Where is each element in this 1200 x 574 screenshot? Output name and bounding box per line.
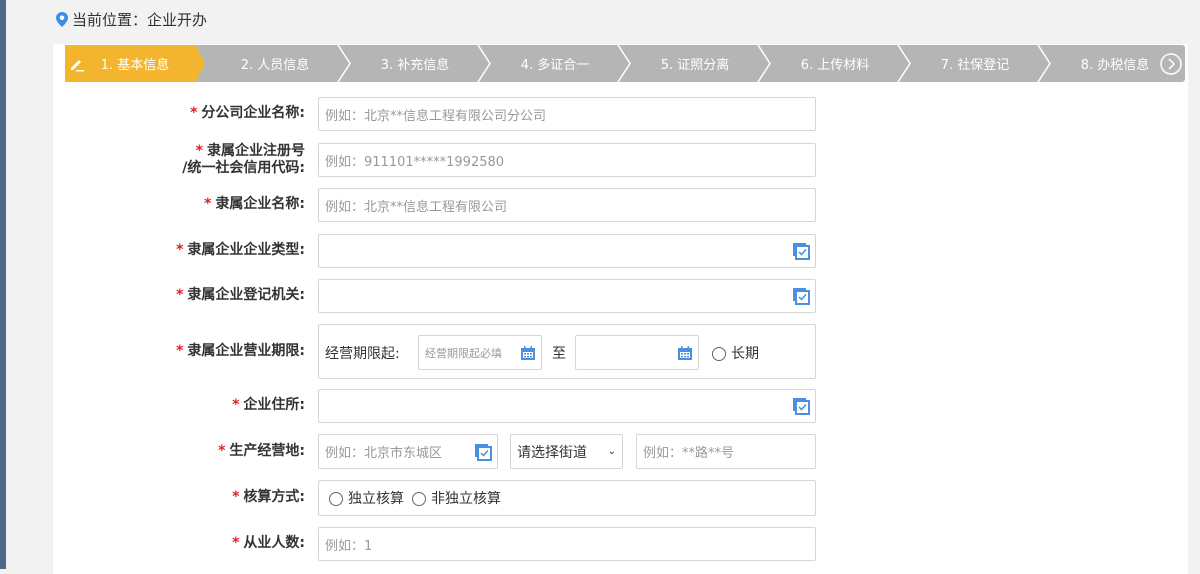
step-label: 8. 办税信息 xyxy=(1080,58,1150,73)
term-start-input[interactable]: 经营期限起必填 xyxy=(418,335,542,370)
calendar-icon[interactable] xyxy=(520,345,536,361)
address-detail-input[interactable]: 例如：**路**号 xyxy=(636,434,816,469)
step-label: 3. 补充信息 xyxy=(380,58,450,73)
form-row-parent-reg: * 隶属企业注册号/统一社会信用代码: 例如：911101*****1992580 xyxy=(53,143,818,177)
required-mark: * xyxy=(232,535,240,551)
required-mark: * xyxy=(232,397,240,413)
step-label: 4. 多证合一 xyxy=(520,58,590,73)
form-row-branch-name: * 分公司企业名称: 例如：北京**信息工程有限公司分公司 xyxy=(53,97,818,131)
parent-type-select[interactable] xyxy=(318,234,816,268)
term-to-label: 至 xyxy=(552,346,566,362)
radio-icon xyxy=(329,492,343,506)
street-select[interactable]: 请选择街道 ⌄ xyxy=(510,434,623,469)
field-label: * 隶属企业登记机关: xyxy=(176,287,305,303)
form-row-op-address: * 生产经营地: 例如：北京市东城区 请选择街道 ⌄ 例如：**路**号 xyxy=(53,434,818,469)
parent-reg-input[interactable]: 例如：911101*****1992580 xyxy=(318,143,816,177)
required-mark: * xyxy=(218,442,226,459)
window-edge xyxy=(0,0,6,569)
branch-name-input[interactable]: 例如：北京**信息工程有限公司分公司 xyxy=(318,97,816,131)
chevron-down-icon: ⌄ xyxy=(607,446,616,457)
step-4[interactable]: 4. 多证合一 xyxy=(485,45,631,82)
breadcrumb-text: 当前位置：企业开办 xyxy=(72,11,208,29)
parent-name-input[interactable]: 例如：北京**信息工程有限公司 xyxy=(318,188,816,222)
radio-non-independent[interactable]: 非独立核算 xyxy=(412,488,501,508)
term-start-label: 经营期限起: xyxy=(325,346,400,362)
step-8[interactable]: 8. 办税信息 xyxy=(1045,45,1185,82)
form-row-address: * 企业住所: xyxy=(53,389,818,423)
field-label: * 核算方式: xyxy=(232,489,305,505)
breadcrumb: 当前位置：企业开办 xyxy=(56,9,207,30)
address-select[interactable] xyxy=(318,389,816,423)
required-mark: * xyxy=(176,242,184,258)
required-mark: * xyxy=(195,143,203,159)
step-bar: 1. 基本信息 2. 人员信息 3. 补充信息 4. 多证合一 5. 证照分离 6. 上传… xyxy=(65,45,1185,82)
field-label: * 企业住所: xyxy=(232,397,305,413)
field-label: * 分公司企业名称: xyxy=(190,105,305,121)
next-arrow-icon[interactable] xyxy=(1160,52,1182,75)
term-group: 经营期限起: 经营期限起必填至 长期 xyxy=(318,324,816,379)
location-pin-icon xyxy=(56,12,68,27)
edit-pencil-icon xyxy=(71,59,84,71)
field-label: * 从业人数: xyxy=(232,535,305,551)
step-label: 5. 证照分离 xyxy=(660,58,730,73)
radio-independent[interactable]: 独立核算 xyxy=(329,488,404,508)
select-picker-icon[interactable] xyxy=(792,242,810,260)
employees-input[interactable]: 例如：1 xyxy=(318,527,816,561)
select-picker-icon[interactable] xyxy=(474,443,492,461)
long-term-radio[interactable]: 长期 xyxy=(712,343,759,363)
form-row-accounting: * 核算方式: 独立核算 非独立核算 xyxy=(53,480,818,516)
form-row-parent-term: * 隶属企业营业期限: 经营期限起: 经营期限起必填至 长期 xyxy=(53,324,818,379)
step-7[interactable]: 7. 社保登记 xyxy=(905,45,1051,82)
required-mark: * xyxy=(176,287,184,303)
radio-icon xyxy=(712,347,726,361)
accounting-group: 独立核算 非独立核算 xyxy=(318,480,816,516)
form-row-parent-name: * 隶属企业名称: 例如：北京**信息工程有限公司 xyxy=(53,188,818,222)
select-picker-icon[interactable] xyxy=(792,287,810,305)
term-end-input[interactable] xyxy=(575,335,699,370)
step-2[interactable]: 2. 人员信息 xyxy=(205,45,351,82)
parent-authority-select[interactable] xyxy=(318,279,816,313)
required-mark: * xyxy=(232,489,240,505)
calendar-icon[interactable] xyxy=(677,345,693,361)
select-picker-icon[interactable] xyxy=(792,397,810,415)
field-label: * 生产经营地: xyxy=(218,442,305,459)
form-row-parent-authority: * 隶属企业登记机关: xyxy=(53,279,818,313)
required-mark: * xyxy=(204,196,212,212)
step-3[interactable]: 3. 补充信息 xyxy=(345,45,491,82)
form-row-parent-type: * 隶属企业企业类型: xyxy=(53,234,818,268)
required-mark: * xyxy=(176,342,184,359)
step-5[interactable]: 5. 证照分离 xyxy=(625,45,771,82)
field-label: * 隶属企业营业期限: xyxy=(176,342,305,359)
step-label: 1. 基本信息 xyxy=(100,58,170,73)
district-input[interactable]: 例如：北京市东城区 xyxy=(318,434,498,469)
field-label: * 隶属企业企业类型: xyxy=(176,242,305,258)
step-label: 6. 上传材料 xyxy=(800,58,870,73)
required-mark: * xyxy=(190,105,198,121)
step-label: 2. 人员信息 xyxy=(240,58,310,73)
form-row-employees: * 从业人数: 例如：1 xyxy=(53,527,818,561)
step-6[interactable]: 6. 上传材料 xyxy=(765,45,911,82)
step-1[interactable]: 1. 基本信息 xyxy=(65,45,205,82)
field-label: * 隶属企业名称: xyxy=(204,196,305,212)
step-label: 7. 社保登记 xyxy=(940,58,1010,73)
field-label: * 隶属企业注册号/统一社会信用代码: xyxy=(182,143,305,176)
radio-icon xyxy=(412,492,426,506)
